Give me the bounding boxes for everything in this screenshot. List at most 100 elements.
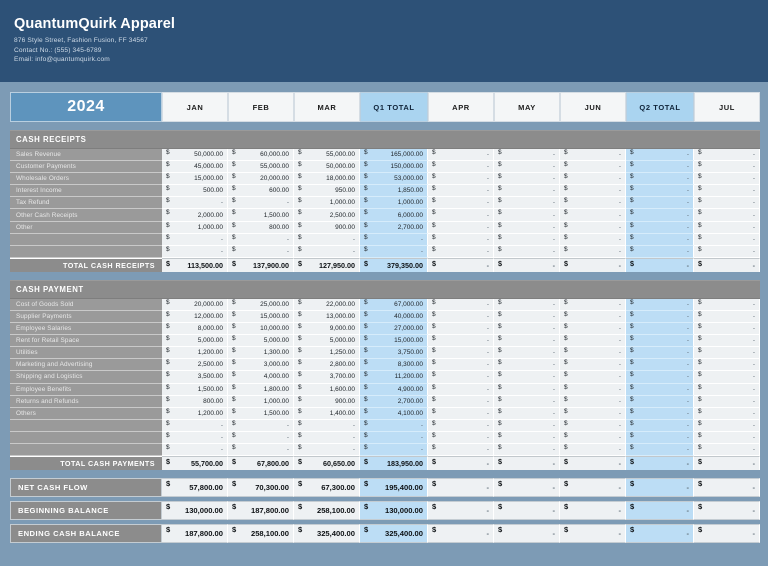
currency-symbol: $ [298, 173, 302, 181]
cell-jun: $ - [560, 456, 626, 471]
cell-apr: $ - [428, 431, 494, 444]
cell-value: - [618, 260, 621, 270]
cell-mar: $ - [294, 431, 360, 444]
cell-value: - [486, 199, 489, 207]
currency-symbol: $ [498, 479, 503, 489]
currency-symbol: $ [432, 479, 437, 489]
column-header-may[interactable]: MAY [494, 92, 560, 122]
cell-may: $ - [494, 310, 560, 324]
currency-symbol: $ [630, 197, 634, 205]
currency-symbol: $ [298, 407, 302, 415]
currency-symbol: $ [298, 502, 303, 512]
currency-symbol: $ [432, 347, 436, 355]
cell-value: 165,000.00 [390, 151, 423, 159]
cell-jun: $ - [560, 359, 626, 372]
summary-row: NET CASH FLOW $57,800.00 $70,300.00 $67,300… [10, 478, 760, 498]
cell-value: - [486, 211, 489, 219]
cell-value: - [686, 361, 689, 369]
currency-symbol: $ [698, 149, 702, 156]
cell-value: - [420, 235, 423, 243]
currency-symbol: $ [498, 173, 502, 181]
currency-symbol: $ [232, 221, 236, 229]
cell-q1-total: $150,000.00 [360, 161, 428, 174]
cell-may: $ - [494, 501, 560, 521]
currency-symbol: $ [364, 149, 368, 156]
cell-value: - [686, 300, 689, 308]
currency-symbol: $ [698, 197, 702, 205]
currency-symbol: $ [166, 359, 170, 367]
cell-feb: $1,000.00 [228, 395, 294, 408]
cell-value: - [286, 199, 289, 207]
currency-symbol: $ [630, 525, 635, 535]
cell-value: - [486, 459, 489, 469]
cell-mar: $55,000.00 [294, 149, 360, 162]
currency-symbol: $ [232, 419, 236, 427]
cell-may: $ - [494, 221, 560, 234]
currency-symbol: $ [698, 298, 702, 306]
cell-jul: $ - [694, 443, 760, 457]
cell-feb: $70,300.00 [228, 478, 294, 498]
row-label: Other [10, 221, 162, 234]
currency-symbol: $ [630, 233, 634, 241]
column-header-jan[interactable]: JAN [162, 92, 228, 122]
column-header-apr[interactable]: APR [428, 92, 494, 122]
cell-may: $ - [494, 524, 560, 544]
cell-may: $ - [494, 197, 560, 210]
currency-symbol: $ [364, 323, 368, 331]
cell-value: 1,500.00 [197, 385, 223, 393]
cell-q1-total: $379,350.00 [360, 257, 428, 272]
currency-symbol: $ [698, 185, 702, 193]
cell-jul: $ - [694, 149, 760, 162]
column-header-feb[interactable]: FEB [228, 92, 294, 122]
currency-symbol: $ [232, 443, 236, 451]
currency-symbol: $ [432, 233, 436, 241]
currency-symbol: $ [498, 347, 502, 355]
cell-value: 40,000.00 [394, 312, 423, 320]
cell-value: - [486, 361, 489, 369]
cell-value: 258,100.00 [316, 506, 355, 516]
table-row: Returns and Refunds $800.00 $1,000.00 $900.… [10, 395, 760, 408]
currency-symbol: $ [498, 525, 503, 535]
currency-symbol: $ [698, 431, 702, 439]
cell-mar: $60,650.00 [294, 456, 360, 471]
cell-feb: $4,000.00 [228, 371, 294, 384]
cell-value: - [618, 397, 621, 405]
column-header-jun[interactable]: JUN [560, 92, 626, 122]
column-header-jul[interactable]: JUL [694, 92, 760, 122]
cell-value: 1,000.00 [397, 199, 423, 207]
cell-q2-total: $ - [626, 310, 694, 324]
currency-symbol: $ [364, 395, 368, 403]
cell-may: $ - [494, 419, 560, 432]
column-header-mar[interactable]: MAR [294, 92, 360, 122]
currency-symbol: $ [498, 395, 502, 403]
cell-mar: $5,000.00 [294, 335, 360, 348]
currency-symbol: $ [432, 197, 436, 205]
cell-value: - [486, 337, 489, 345]
cell-jan: $12,000.00 [162, 310, 228, 324]
row-label: Customer Payments [10, 161, 162, 174]
cell-may: $ - [494, 431, 560, 444]
cell-value: - [752, 247, 755, 255]
cell-value: - [552, 312, 555, 320]
cell-jan: $ - [162, 197, 228, 210]
currency-symbol: $ [364, 502, 369, 512]
currency-symbol: $ [166, 431, 170, 439]
cell-value: - [752, 312, 755, 320]
cell-value: 22,000.00 [326, 300, 355, 308]
cell-q2-total: $ - [626, 323, 694, 336]
cell-jul: $ - [694, 371, 760, 384]
column-header-q1-total[interactable]: Q1 TOTAL [360, 92, 428, 122]
currency-symbol: $ [166, 457, 170, 467]
total-row-label: TOTAL CASH RECEIPTS [10, 257, 162, 272]
cell-jul: $ - [694, 359, 760, 372]
cell-jul: $ - [694, 456, 760, 471]
currency-symbol: $ [498, 245, 502, 253]
cell-value: - [752, 163, 755, 171]
cell-value: - [618, 312, 621, 320]
cell-apr: $ - [428, 298, 494, 311]
column-header-q2-total[interactable]: Q2 TOTAL [626, 92, 694, 122]
cell-value: 2,700.00 [397, 223, 423, 231]
currency-symbol: $ [498, 161, 502, 169]
currency-symbol: $ [498, 149, 502, 156]
currency-symbol: $ [364, 359, 368, 367]
